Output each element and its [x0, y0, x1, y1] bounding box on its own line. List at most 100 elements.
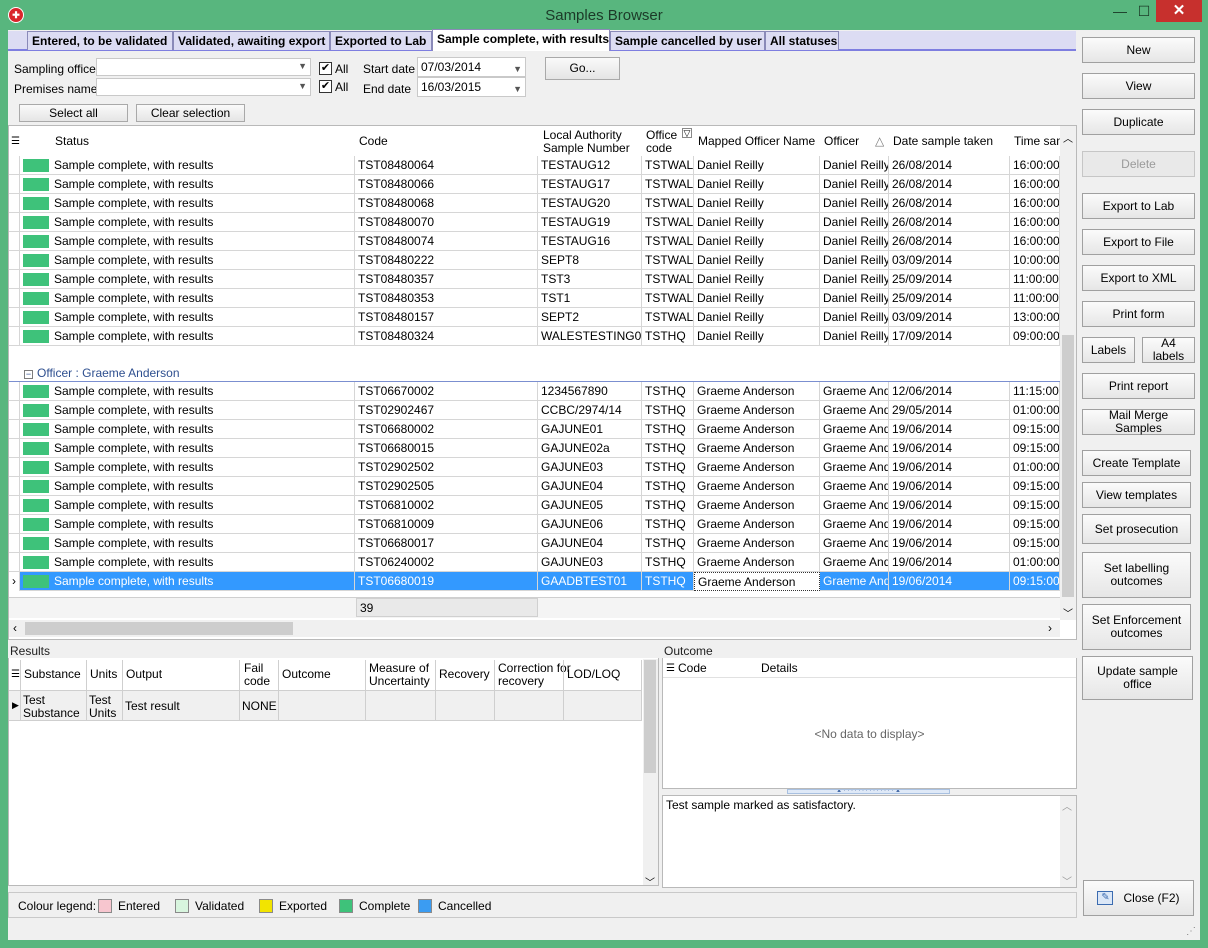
row-indicator[interactable]	[9, 477, 20, 496]
note-scroll-up-icon[interactable]: ︿	[1062, 798, 1072, 813]
col-mapped-officer[interactable]: Mapped Officer Name	[698, 135, 815, 148]
create-template-button[interactable]: Create Template	[1082, 450, 1191, 476]
row-indicator[interactable]	[9, 232, 20, 251]
print-form-button[interactable]: Print form	[1082, 301, 1195, 327]
table-row[interactable]: Sample complete, with results TST08480066…	[9, 175, 1060, 194]
row-indicator[interactable]	[9, 439, 20, 458]
table-row[interactable]: Sample complete, with results TST06680017…	[9, 534, 1060, 553]
results-col-output[interactable]: Output	[126, 668, 162, 681]
row-indicator[interactable]	[9, 401, 20, 420]
table-row[interactable]: Sample complete, with results TST08480074…	[9, 232, 1060, 251]
note-scroll-down-icon[interactable]: ﹀	[1062, 873, 1072, 888]
col-code[interactable]: Code	[359, 135, 388, 148]
premises-all-checkbox[interactable]: ✔	[319, 80, 332, 93]
filter-icon[interactable]: ▽	[682, 128, 692, 138]
scroll-left-icon[interactable]: ‹	[13, 621, 17, 635]
tab-entered[interactable]: Entered, to be validated	[27, 31, 173, 50]
col-office-code-2[interactable]: code	[646, 142, 672, 155]
premises-name-combo[interactable]: ▼	[96, 78, 311, 96]
end-date-picker[interactable]: 16/03/2015 ▼	[417, 77, 526, 97]
col-officer[interactable]: Officer	[824, 135, 859, 148]
results-col-fail-2[interactable]: code	[244, 675, 270, 688]
export-to-file-button[interactable]: Export to File	[1082, 229, 1195, 255]
go-button[interactable]: Go...	[545, 57, 620, 80]
row-indicator[interactable]	[9, 251, 20, 270]
table-row[interactable]: Sample complete, with results TST08480222…	[9, 251, 1060, 270]
results-col-units[interactable]: Units	[90, 668, 117, 681]
row-indicator[interactable]	[9, 308, 20, 327]
results-col-correction-1[interactable]: Correction for	[498, 662, 571, 675]
row-indicator[interactable]	[9, 420, 20, 439]
row-indicator[interactable]	[9, 156, 20, 175]
col-office-code-1[interactable]: Office	[646, 129, 677, 142]
table-row[interactable]: Sample complete, with results TST08480157…	[9, 308, 1060, 327]
row-indicator[interactable]: ›	[9, 572, 20, 591]
col-la-sample-number-2[interactable]: Sample Number	[543, 142, 630, 155]
table-row[interactable]: Sample complete, with results TST08480357…	[9, 270, 1060, 289]
outcome-column-chooser-icon[interactable]: ☰	[666, 662, 675, 675]
table-row[interactable]: Sample complete, with results TST02902467…	[9, 401, 1060, 420]
results-col-correction-2[interactable]: recovery	[498, 675, 544, 688]
row-indicator[interactable]	[9, 496, 20, 515]
close-button[interactable]: ✎ Close (F2)	[1083, 880, 1194, 916]
tab-all-statuses[interactable]: All statuses	[765, 31, 839, 50]
table-row[interactable]: Sample complete, with results TST06670002…	[9, 382, 1060, 401]
results-column-chooser-icon[interactable]: ☰	[11, 668, 20, 681]
collapse-icon[interactable]: −	[24, 370, 33, 379]
results-col-mou-2[interactable]: Uncertainty	[369, 675, 430, 688]
row-indicator[interactable]	[9, 213, 20, 232]
results-vertical-thumb[interactable]	[644, 660, 656, 773]
tab-cancelled[interactable]: Sample cancelled by user	[610, 31, 765, 50]
results-col-outcome[interactable]: Outcome	[282, 668, 331, 681]
tab-complete[interactable]: Sample complete, with results	[432, 29, 610, 51]
table-row[interactable]: Sample complete, with results TST02902505…	[9, 477, 1060, 496]
table-row[interactable]: Sample complete, with results TST06240002…	[9, 553, 1060, 572]
table-row[interactable]: Sample complete, with results TST06810002…	[9, 496, 1060, 515]
results-scroll-down-icon[interactable]: ﹀	[645, 874, 655, 889]
table-row[interactable]: Sample complete, with results TST06680015…	[9, 439, 1060, 458]
duplicate-button[interactable]: Duplicate	[1082, 109, 1195, 135]
splitter-handle[interactable]: ▲ · · · · · · · · · · · · · · ▲	[787, 789, 950, 794]
column-chooser-icon[interactable]: ☰	[11, 135, 20, 148]
table-row[interactable]: Sample complete, with results TST06680002…	[9, 420, 1060, 439]
row-indicator[interactable]	[9, 553, 20, 572]
delete-button[interactable]: Delete	[1082, 151, 1195, 177]
results-col-substance[interactable]: Substance	[24, 668, 81, 681]
tab-exported[interactable]: Exported to Lab	[330, 31, 432, 50]
clear-selection-button[interactable]: Clear selection	[136, 104, 245, 122]
col-date-taken[interactable]: Date sample taken	[893, 135, 993, 148]
outcome-col-code[interactable]: Code	[678, 662, 707, 675]
export-to-xml-button[interactable]: Export to XML	[1082, 265, 1195, 291]
table-row[interactable]: Sample complete, with results TST08480064…	[9, 156, 1060, 175]
maximize-button[interactable]: ☐	[1131, 0, 1157, 22]
results-col-lod-loq[interactable]: LOD/LOQ	[567, 668, 620, 681]
table-row[interactable]: Sample complete, with results TST08480068…	[9, 194, 1060, 213]
update-sample-office-button[interactable]: Update sample office	[1082, 656, 1193, 700]
minimize-button[interactable]: —	[1107, 0, 1133, 22]
scroll-up-icon[interactable]: ︿	[1063, 130, 1073, 145]
row-indicator[interactable]	[9, 270, 20, 289]
table-row[interactable]: Sample complete, with results TST08480353…	[9, 289, 1060, 308]
grid-vertical-thumb[interactable]	[1062, 335, 1074, 597]
row-indicator[interactable]	[9, 289, 20, 308]
close-window-button[interactable]: ✕	[1156, 0, 1202, 22]
export-to-lab-button[interactable]: Export to Lab	[1082, 193, 1195, 219]
row-indicator[interactable]	[9, 382, 20, 401]
results-col-recovery[interactable]: Recovery	[439, 668, 490, 681]
a4-labels-button[interactable]: A4 labels	[1142, 337, 1195, 363]
col-status[interactable]: Status	[55, 135, 89, 148]
col-la-sample-number-1[interactable]: Local Authority	[543, 129, 622, 142]
new-button[interactable]: New	[1082, 37, 1195, 63]
view-button[interactable]: View	[1082, 73, 1195, 99]
mail-merge-button[interactable]: Mail Merge Samples	[1082, 409, 1195, 435]
group-header-graeme[interactable]: − Officer : Graeme Anderson	[24, 366, 180, 380]
row-indicator[interactable]	[9, 194, 20, 213]
tab-validated[interactable]: Validated, awaiting export	[173, 31, 330, 50]
results-col-fail-1[interactable]: Fail	[244, 662, 263, 675]
table-row[interactable]: Sample complete, with results TST02902502…	[9, 458, 1060, 477]
sampling-officer-combo[interactable]: ▼	[96, 58, 311, 76]
set-enforcement-outcomes-button[interactable]: Set Enforcement outcomes	[1082, 604, 1191, 650]
row-indicator[interactable]	[9, 458, 20, 477]
select-all-button[interactable]: Select all	[19, 104, 128, 122]
col-time[interactable]: Time sam	[1014, 135, 1066, 148]
